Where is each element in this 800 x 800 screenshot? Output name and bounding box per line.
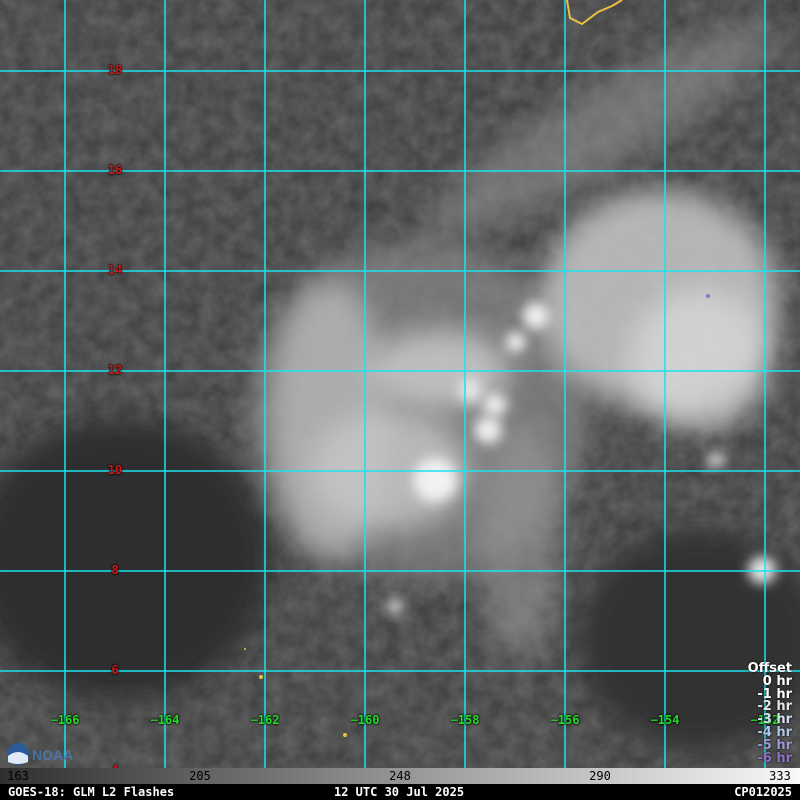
- colorbar-tick: 205: [189, 769, 211, 783]
- footer-bar: GOES-18: GLM L2 Flashes 12 UTC 30 Jul 20…: [0, 784, 800, 800]
- latitude-label: 6: [111, 663, 119, 677]
- cloud-imagery: [0, 0, 800, 772]
- offset-legend: Offset 0 hr -1 hr -2 hr -3 hr -4 hr -5 h…: [748, 662, 792, 766]
- latitude-label: 12: [107, 363, 123, 377]
- legend-item: -6 hr: [757, 750, 792, 766]
- latitude-label: 14: [107, 263, 123, 277]
- storm-id: CP012025: [734, 785, 792, 799]
- longitude-label: −158: [450, 713, 480, 727]
- latitude-label: 16: [107, 163, 123, 177]
- svg-text:NOAA: NOAA: [32, 747, 73, 763]
- longitude-label: −164: [150, 713, 180, 727]
- timestamp: 12 UTC 30 Jul 2025: [334, 785, 465, 799]
- longitude-label: −160: [350, 713, 380, 727]
- longitude-label: −166: [50, 713, 80, 727]
- noaa-logo-icon: NOAA: [7, 743, 73, 765]
- product-label: GOES-18: GLM L2 Flashes: [8, 785, 175, 799]
- longitude-label: −154: [650, 713, 680, 727]
- latitude-label: 18: [107, 63, 123, 77]
- satellite-image: 1816141210864 −166−164−162−160−158−156−1…: [0, 0, 800, 777]
- colorbar-tick: 163: [7, 769, 29, 783]
- latitude-label: 10: [107, 463, 123, 477]
- colorbar-tick: 248: [389, 769, 411, 783]
- latitude-label: 8: [111, 563, 119, 577]
- brightness-colorbar: 163 205 248 290 333: [0, 768, 800, 784]
- colorbar-tick: 333: [769, 769, 791, 783]
- longitude-label: −162: [250, 713, 280, 727]
- colorbar-tick: 290: [589, 769, 611, 783]
- longitude-label: −156: [550, 713, 580, 727]
